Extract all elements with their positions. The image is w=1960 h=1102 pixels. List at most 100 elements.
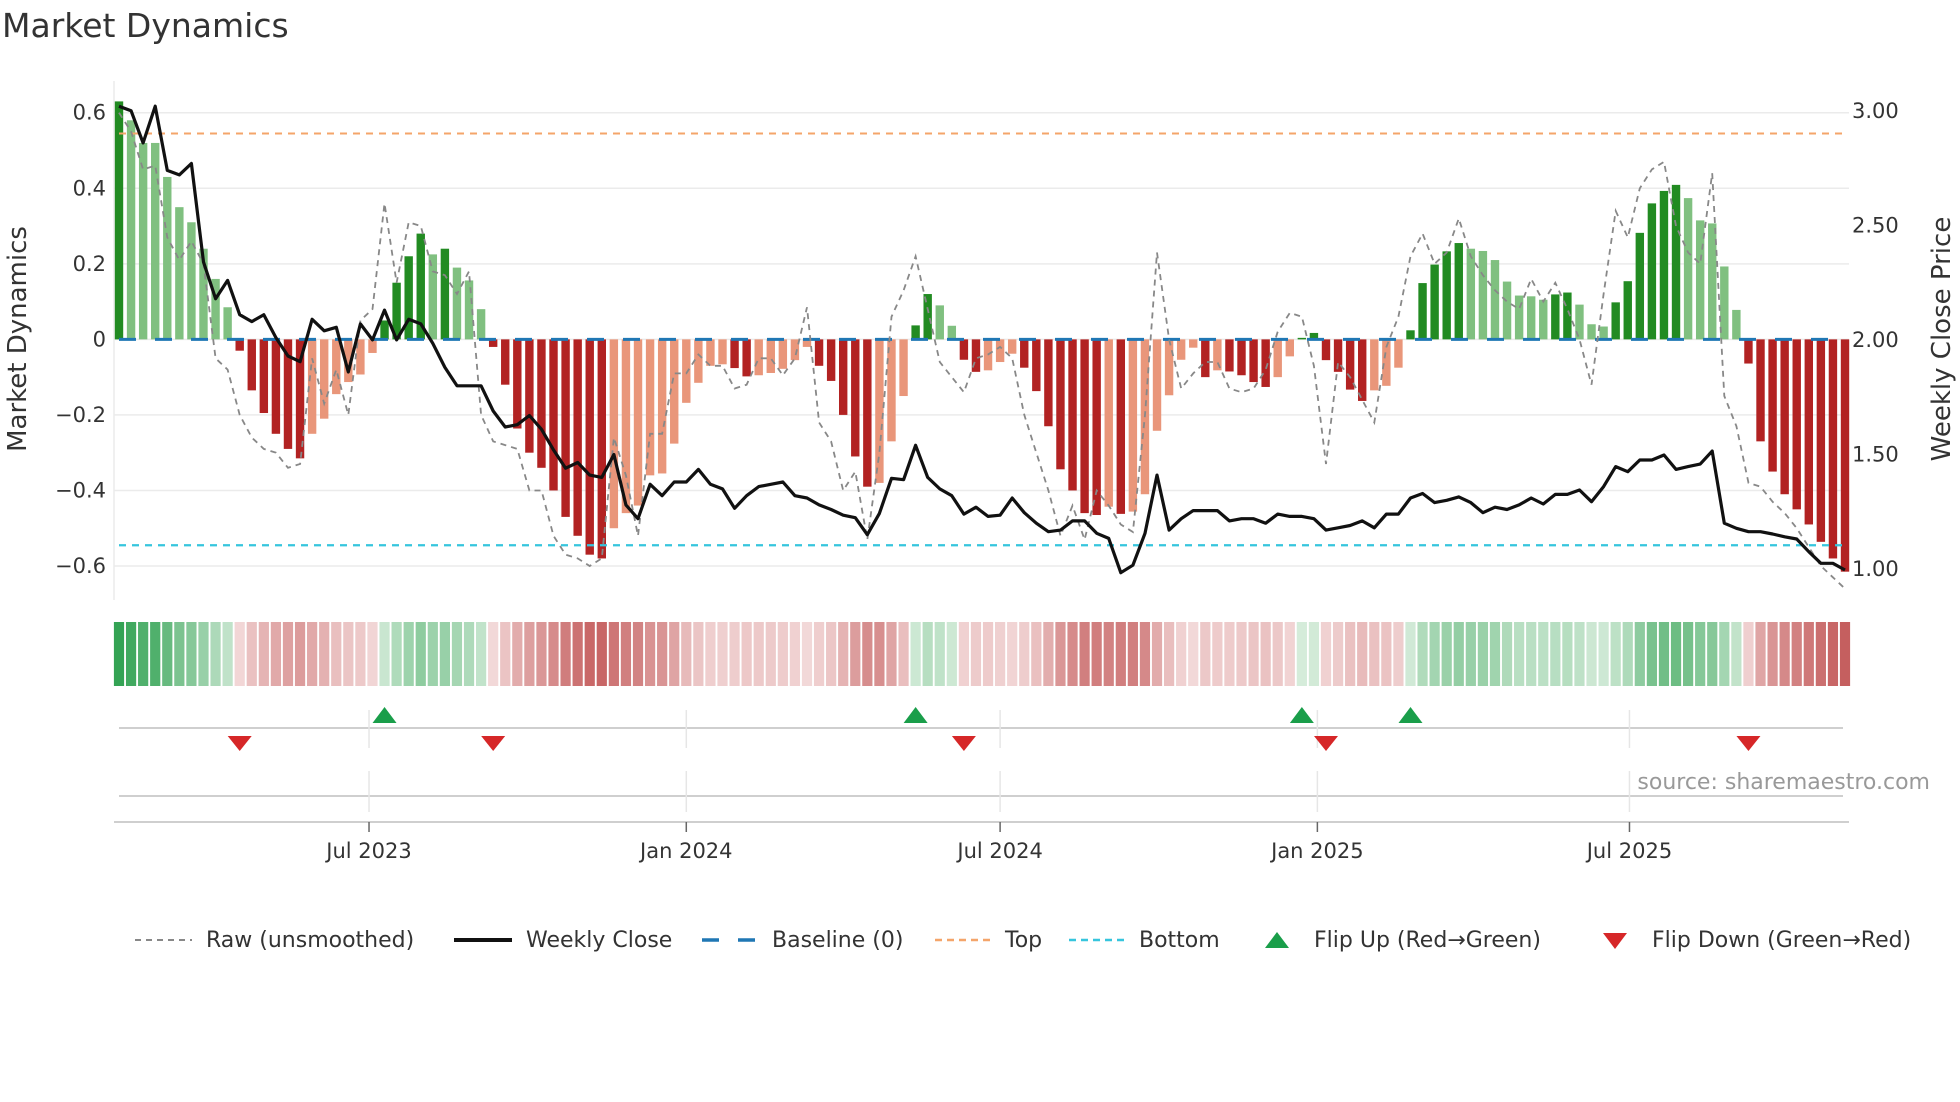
heat-cell: [1308, 622, 1320, 686]
dynamics-bar: [1635, 232, 1645, 340]
heat-cell: [1489, 622, 1501, 686]
dynamics-bar: [1732, 309, 1741, 340]
flip-up-marker: [1289, 707, 1314, 723]
dynamics-bar: [1526, 296, 1536, 340]
heat-cell: [1429, 622, 1440, 686]
heat-strip: [113, 622, 1851, 686]
legend-baseline: Baseline (0): [702, 924, 903, 956]
y-right-tick-label: 1.50: [1852, 442, 1899, 466]
dynamics-bar: [549, 339, 558, 491]
dynamics-bar: [1092, 339, 1101, 516]
y-right-tick-label: 1.00: [1852, 557, 1899, 581]
heat-cell: [729, 622, 740, 686]
heat-cell: [548, 622, 559, 686]
dynamics-bar: [718, 339, 727, 365]
dynamics-bar: [585, 339, 594, 555]
dynamics-bar: [1611, 302, 1620, 340]
heat-cell: [307, 622, 318, 686]
dynamics-bar: [1587, 324, 1596, 340]
dynamics-bar: [271, 339, 281, 434]
heat-cell: [1031, 622, 1042, 686]
x-tick-label: Jul 2023: [324, 839, 411, 863]
dynamics-bar: [151, 142, 160, 340]
dynamics-bar: [1768, 339, 1777, 472]
heat-cell: [367, 622, 378, 686]
dynamics-bar: [1152, 339, 1162, 431]
legend-top: Top: [935, 924, 1042, 956]
dynamics-bar: [851, 339, 860, 457]
heat-cell: [439, 622, 450, 686]
heat-cell: [1260, 622, 1271, 686]
heat-cell: [850, 622, 861, 686]
dynamics-bar: [1418, 283, 1427, 340]
heat-cell: [451, 622, 463, 686]
heat-cell: [294, 622, 306, 686]
dynamics-bar: [1032, 339, 1041, 392]
heat-cell: [355, 622, 366, 686]
dynamics-bar: [1164, 339, 1174, 396]
heat-cell: [1779, 622, 1790, 686]
axis-ticks: 0.6 0.4 0.2 0 −0.2 −0.4 −0.6 3.00 2.50 2.00 1.50 1.…: [55, 99, 1899, 863]
dynamics-bar: [1539, 299, 1548, 340]
heat-cell: [1767, 622, 1778, 686]
heat-cell: [1598, 622, 1609, 686]
y-tick-label: −0.6: [55, 554, 106, 578]
heat-cell: [1670, 622, 1682, 686]
dynamics-bar: [899, 339, 908, 397]
source-credit: source: sharemaestro.com: [1637, 770, 1930, 795]
heat-cell: [162, 622, 173, 686]
heat-cell: [717, 622, 728, 686]
dynamics-bar: [1128, 339, 1138, 512]
heat-cell: [560, 622, 571, 686]
dynamics-bar: [513, 339, 522, 429]
triangle-down-icon: [1603, 933, 1627, 949]
legend-flip-down: Flip Down (Green→Red): [1602, 924, 1911, 956]
dynamics-bar: [633, 339, 643, 506]
dynamics-bar: [1104, 339, 1113, 507]
heat-cell: [1477, 622, 1489, 686]
flip-down-marker: [481, 736, 506, 751]
dynamics-bar: [887, 339, 896, 442]
heat-cell: [1043, 622, 1054, 686]
y-tick-label: −0.2: [55, 403, 106, 427]
heat-cell: [1103, 622, 1114, 686]
heat-cell: [1658, 622, 1670, 686]
dynamics-bar: [1237, 339, 1246, 376]
heat-cell: [1526, 622, 1537, 686]
heat-cell: [1622, 622, 1633, 686]
dynamics-bar: [923, 294, 932, 340]
heat-cell: [970, 622, 982, 686]
dynamics-bar: [1044, 339, 1053, 427]
dynamics-bar: [1623, 281, 1632, 340]
dynamics-bar: [573, 339, 582, 536]
dynamics-bar: [1756, 339, 1765, 442]
dynamics-bar: [1370, 339, 1379, 391]
dynamics-bar: [259, 339, 269, 414]
solid-line-icon: [454, 938, 512, 942]
dynamics-bar: [1490, 260, 1500, 340]
dynamics-bar: [1551, 294, 1560, 340]
heat-cell: [1163, 622, 1175, 686]
heat-cell: [1151, 622, 1163, 686]
flip-down-marker: [951, 736, 976, 751]
dynamics-bar: [428, 254, 438, 340]
dynamics-bar: [597, 339, 606, 559]
heat-cell: [1441, 622, 1452, 686]
dynamics-bar: [1394, 339, 1403, 368]
heat-cell: [1683, 622, 1694, 686]
heat-cell: [572, 622, 583, 686]
heat-cell: [210, 622, 221, 686]
heat-cell: [536, 622, 547, 686]
heat-cell: [801, 622, 813, 686]
heat-cell: [391, 622, 402, 686]
heat-cell: [476, 622, 487, 686]
dynamics-bar: [1176, 339, 1186, 360]
dashed-line-icon: [1069, 938, 1125, 942]
dynamics-bar: [694, 339, 703, 383]
series-lines: [118, 104, 1846, 590]
heat-cell: [1224, 622, 1235, 686]
heat-cell: [1284, 622, 1295, 686]
heat-cell: [1296, 622, 1307, 686]
dynamics-bar: [609, 339, 619, 529]
heat-cell: [246, 622, 257, 686]
